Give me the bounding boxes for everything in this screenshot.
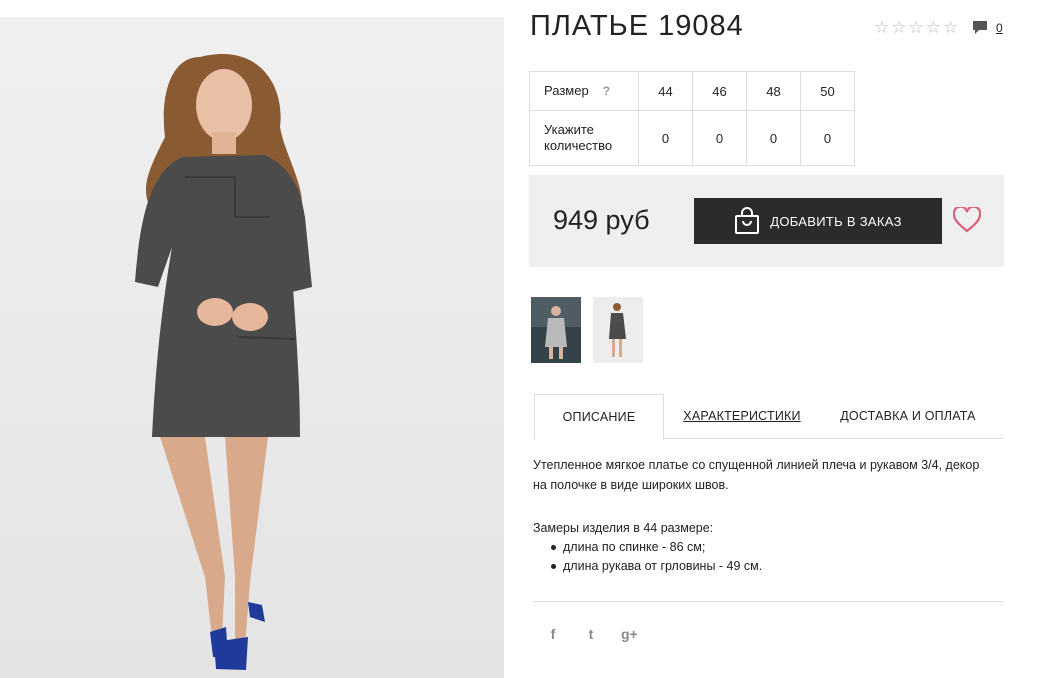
quantity-input[interactable]: 0 bbox=[638, 110, 693, 166]
size-option: 48 bbox=[746, 71, 801, 111]
heart-icon[interactable] bbox=[953, 207, 981, 233]
add-to-order-button[interactable]: ДОБАВИТЬ В ЗАКАЗ bbox=[694, 198, 942, 244]
tab-description[interactable]: ОПИСАНИЕ bbox=[534, 394, 664, 440]
star-icon[interactable]: ☆ bbox=[891, 19, 906, 36]
price: 949 руб bbox=[553, 205, 650, 235]
thumbnail-image bbox=[531, 297, 581, 363]
googleplus-icon[interactable]: g+ bbox=[621, 626, 638, 642]
star-icon[interactable]: ☆ bbox=[943, 19, 958, 36]
comments-link[interactable]: 0 bbox=[972, 20, 1003, 35]
star-icon[interactable]: ☆ bbox=[926, 19, 941, 36]
quantity-label: Укажите количество bbox=[529, 110, 639, 166]
buy-box: 949 руб ДОБАВИТЬ В ЗАКАЗ bbox=[529, 175, 1004, 267]
quantity-input[interactable]: 0 bbox=[692, 110, 747, 166]
quantity-input[interactable]: 0 bbox=[800, 110, 855, 166]
shopping-bag-icon bbox=[735, 207, 760, 234]
product-title: ПЛАТЬЕ 19084 bbox=[530, 10, 744, 42]
description-text: Утепленное мягкое платье со спущенной ли… bbox=[533, 455, 993, 495]
divider bbox=[533, 601, 1004, 602]
add-to-order-label[interactable]: ДОБАВИТЬ В ЗАКАЗ bbox=[770, 214, 902, 229]
star-icon[interactable]: ☆ bbox=[909, 19, 924, 36]
comment-count[interactable]: 0 bbox=[996, 21, 1003, 35]
thumbnail-image bbox=[593, 297, 643, 363]
size-quantity-table: Размер? 44 46 48 50 Укажите количество 0… bbox=[529, 71, 855, 166]
social-share: f t g+ bbox=[545, 626, 638, 642]
size-label: Размер bbox=[544, 83, 589, 98]
model-photo-illustration bbox=[0, 17, 504, 678]
facebook-icon[interactable]: f bbox=[545, 626, 561, 642]
size-option: 50 bbox=[800, 71, 855, 111]
product-thumbnail[interactable] bbox=[531, 297, 581, 363]
twitter-icon[interactable]: t bbox=[583, 626, 599, 642]
rating-stars[interactable]: ☆ ☆ ☆ ☆ ☆ bbox=[874, 19, 958, 36]
quantity-input[interactable]: 0 bbox=[746, 110, 801, 166]
size-label-cell: Размер? bbox=[529, 71, 639, 111]
product-tabs: ОПИСАНИЕ ХАРАКТЕРИСТИКИ ДОСТАВКА И ОПЛАТ… bbox=[533, 394, 1004, 440]
tab-characteristics[interactable]: ХАРАКТЕРИСТИКИ bbox=[683, 394, 801, 438]
size-help-icon[interactable]: ? bbox=[603, 83, 610, 99]
list-item: длина рукава от грловины - 49 см. bbox=[550, 557, 762, 576]
tab-delivery-payment[interactable]: ДОСТАВКА И ОПЛАТА bbox=[833, 394, 983, 438]
measurements: Замеры изделия в 44 размере: длина по сп… bbox=[533, 519, 762, 576]
measurements-list: длина по спинке - 86 см; длина рукава от… bbox=[533, 538, 762, 576]
size-option: 46 bbox=[692, 71, 747, 111]
list-item: длина по спинке - 86 см; bbox=[550, 538, 762, 557]
size-option: 44 bbox=[638, 71, 693, 111]
product-thumbnail[interactable] bbox=[593, 297, 643, 363]
product-main-photo[interactable] bbox=[0, 17, 504, 678]
description-paragraph: Утепленное мягкое платье со спущенной ли… bbox=[533, 458, 980, 492]
star-icon[interactable]: ☆ bbox=[874, 19, 889, 36]
comment-icon bbox=[973, 21, 987, 34]
measurements-title: Замеры изделия в 44 размере: bbox=[533, 521, 714, 535]
